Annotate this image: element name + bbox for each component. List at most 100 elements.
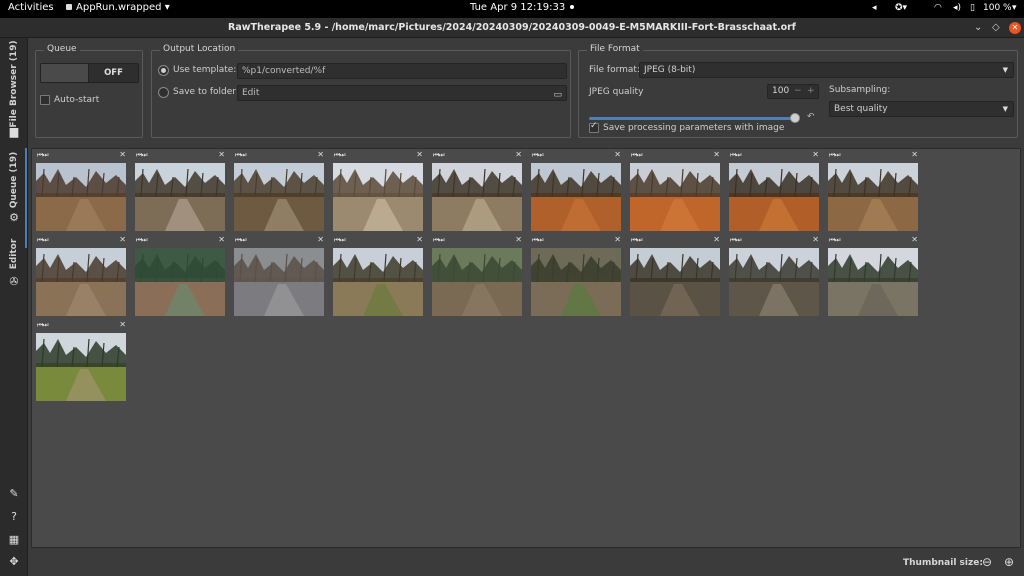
template-input[interactable]: %p1/converted/%f [237, 63, 567, 79]
move-to-start-end-icon[interactable]: ⏮⏭ [37, 321, 49, 330]
move-to-start-end-icon[interactable]: ⏮⏭ [334, 236, 346, 245]
clock[interactable]: Tue Apr 9 12:19:33 [470, 2, 575, 13]
jpeg-quality-spinner[interactable]: 100 − + [767, 84, 819, 99]
remove-from-queue-icon[interactable]: ✕ [911, 235, 918, 244]
window-pin-icon[interactable]: ◇ [992, 22, 1000, 33]
remove-from-queue-icon[interactable]: ✕ [119, 235, 126, 244]
remove-from-queue-icon[interactable]: ✕ [218, 235, 225, 244]
thumbnail-image [432, 163, 522, 231]
zoom-out-icon[interactable]: ⊖ [980, 555, 994, 569]
preferences-icon[interactable]: ✥ [8, 556, 20, 568]
move-to-start-end-icon[interactable]: ⏮⏭ [136, 151, 148, 160]
remove-from-queue-icon[interactable]: ✕ [713, 235, 720, 244]
move-to-start-end-icon[interactable]: ⏮⏭ [37, 151, 49, 160]
system-menu-chevron-icon[interactable]: ▾ [1012, 3, 1017, 13]
speaker-icon[interactable]: ◂ [872, 3, 877, 13]
folder-chooser[interactable]: Edit ▭ [237, 85, 567, 101]
window-menu-chevron-icon[interactable]: ⌄ [974, 22, 982, 33]
queue-thumbnail[interactable]: ⏮⏭ ✕ [630, 235, 722, 320]
queue-thumbnail[interactable]: ⏮⏭ ✕ [630, 150, 722, 235]
remove-from-queue-icon[interactable]: ✕ [614, 235, 621, 244]
jpeg-quality-slider-knob[interactable] [790, 113, 800, 123]
queue-thumbnail[interactable]: ⏮⏭ ✕ [234, 150, 326, 235]
accessibility-icon[interactable]: ✪▾ [895, 3, 907, 13]
minus-icon[interactable]: − [794, 85, 802, 98]
subsampling-select[interactable]: Best quality ▼ [829, 101, 1014, 117]
queue-thumbnail[interactable]: ⏮⏭ ✕ [729, 235, 821, 320]
queue-thumbnail[interactable]: ⏮⏭ ✕ [135, 150, 227, 235]
queue-thumbnail[interactable]: ⏮⏭ ✕ [531, 150, 623, 235]
move-to-start-end-icon[interactable]: ⏮⏭ [532, 236, 544, 245]
remove-from-queue-icon[interactable]: ✕ [119, 320, 126, 329]
tab-file-browser-label: File Browser (19) [9, 40, 19, 128]
queue-thumbnail[interactable]: ⏮⏭ ✕ [36, 320, 128, 405]
volume-icon[interactable]: ◂) [953, 3, 961, 13]
move-to-start-end-icon[interactable]: ⏮⏭ [37, 236, 49, 245]
queue-thumbnail-grid[interactable]: ⏮⏭ ✕ ⏮⏭ ✕ ⏮⏭ ✕ ⏮⏭ ✕ ⏮⏭ ✕ ⏮⏭ ✕ ⏮⏭ ✕ ⏮⏭ ✕ ⏮⏭ ✕ ⏮⏭ ✕ ⏮⏭ ✕ ⏮⏭ ✕ ⏮⏭ ✕ ⏮… [31, 148, 1021, 548]
move-to-start-end-icon[interactable]: ⏮⏭ [631, 151, 643, 160]
help-icon[interactable]: ? [8, 511, 20, 523]
remove-from-queue-icon[interactable]: ✕ [614, 150, 621, 159]
chevron-down-icon: ▼ [1002, 105, 1008, 113]
move-to-start-end-icon[interactable]: ⏮⏭ [532, 151, 544, 160]
reset-icon[interactable]: ↶ [807, 112, 815, 122]
file-format-select[interactable]: JPEG (8-bit) ▼ [639, 62, 1014, 78]
window-title-bar: RawTherapee 5.9 - /home/marc/Pictures/20… [0, 18, 1024, 38]
move-to-start-end-icon[interactable]: ⏮⏭ [235, 151, 247, 160]
queue-group-title: Queue [44, 44, 80, 54]
window-close-button[interactable]: ✕ [1009, 22, 1021, 34]
queue-thumbnail[interactable]: ⏮⏭ ✕ [828, 235, 920, 320]
jpeg-quality-slider[interactable] [589, 113, 800, 123]
queue-thumbnail[interactable]: ⏮⏭ ✕ [234, 235, 326, 320]
move-to-start-end-icon[interactable]: ⏮⏭ [433, 151, 445, 160]
queue-thumbnail[interactable]: ⏮⏭ ✕ [729, 150, 821, 235]
autostart-checkbox[interactable] [40, 95, 50, 105]
queue-thumbnail[interactable]: ⏮⏭ ✕ [333, 150, 425, 235]
wifi-icon[interactable]: ◠ [934, 3, 942, 13]
queue-start-toggle[interactable]: OFF [40, 63, 139, 83]
thumbnail-size-label: Thumbnail size: [903, 558, 983, 568]
remove-from-queue-icon[interactable]: ✕ [416, 235, 423, 244]
queue-thumbnail[interactable]: ⏮⏭ ✕ [432, 235, 524, 320]
remove-from-queue-icon[interactable]: ✕ [218, 150, 225, 159]
move-to-start-end-icon[interactable]: ⏮⏭ [829, 236, 841, 245]
remove-from-queue-icon[interactable]: ✕ [515, 150, 522, 159]
move-to-start-end-icon[interactable]: ⏮⏭ [730, 236, 742, 245]
battery-icon[interactable]: ▯ [970, 3, 975, 13]
app-menu[interactable]: AppRun.wrapped ▾ [66, 2, 170, 13]
move-to-start-end-icon[interactable]: ⏮⏭ [334, 151, 346, 160]
queue-thumbnail[interactable]: ⏮⏭ ✕ [828, 150, 920, 235]
color-picker-icon[interactable]: ✎ [8, 488, 20, 500]
remove-from-queue-icon[interactable]: ✕ [317, 150, 324, 159]
remove-from-queue-icon[interactable]: ✕ [515, 235, 522, 244]
move-to-start-end-icon[interactable]: ⏮⏭ [136, 236, 148, 245]
move-to-start-end-icon[interactable]: ⏮⏭ [631, 236, 643, 245]
queue-thumbnail[interactable]: ⏮⏭ ✕ [36, 150, 128, 235]
queue-thumbnail[interactable]: ⏮⏭ ✕ [36, 235, 128, 320]
remove-from-queue-icon[interactable]: ✕ [713, 150, 720, 159]
move-to-start-end-icon[interactable]: ⏮⏭ [235, 236, 247, 245]
queue-group: Queue OFF Auto-start [35, 44, 143, 138]
system-top-bar: Activities AppRun.wrapped ▾ Tue Apr 9 12… [0, 0, 1024, 18]
save-to-folder-radio[interactable] [158, 87, 169, 98]
move-to-start-end-icon[interactable]: ⏮⏭ [730, 151, 742, 160]
move-to-start-end-icon[interactable]: ⏮⏭ [829, 151, 841, 160]
move-to-start-end-icon[interactable]: ⏮⏭ [433, 236, 445, 245]
queue-thumbnail[interactable]: ⏮⏭ ✕ [531, 235, 623, 320]
remove-from-queue-icon[interactable]: ✕ [416, 150, 423, 159]
queue-thumbnail[interactable]: ⏮⏭ ✕ [135, 235, 227, 320]
queue-thumbnail[interactable]: ⏮⏭ ✕ [333, 235, 425, 320]
remove-from-queue-icon[interactable]: ✕ [119, 150, 126, 159]
remove-from-queue-icon[interactable]: ✕ [317, 235, 324, 244]
remove-from-queue-icon[interactable]: ✕ [812, 235, 819, 244]
use-template-radio[interactable] [158, 65, 169, 76]
fullscreen-icon[interactable]: ▦ [8, 534, 20, 546]
plus-icon[interactable]: + [807, 85, 815, 98]
open-folder-icon[interactable]: ▭ [553, 88, 562, 100]
remove-from-queue-icon[interactable]: ✕ [911, 150, 918, 159]
zoom-in-icon[interactable]: ⊕ [1002, 555, 1016, 569]
save-params-checkbox[interactable] [589, 121, 599, 133]
remove-from-queue-icon[interactable]: ✕ [812, 150, 819, 159]
queue-thumbnail[interactable]: ⏮⏭ ✕ [432, 150, 524, 235]
activities-button[interactable]: Activities [8, 2, 54, 13]
